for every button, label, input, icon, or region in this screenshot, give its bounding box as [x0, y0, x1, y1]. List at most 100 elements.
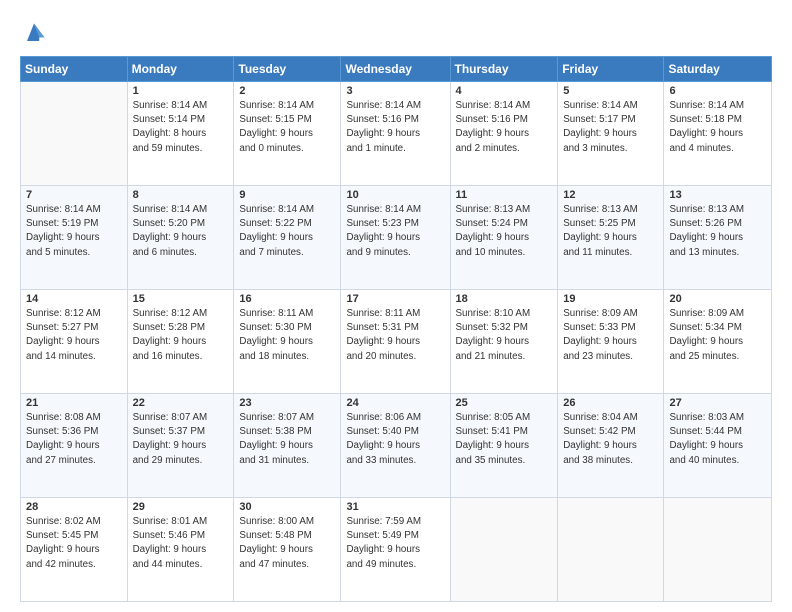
day-number: 25	[456, 397, 553, 409]
day-number: 2	[239, 85, 335, 97]
calendar-cell: 24 Sunrise: 8:06 AM Sunset: 5:40 PM Dayli…	[341, 394, 450, 498]
day-info: Sunrise: 8:13 AM Sunset: 5:26 PM Dayligh…	[669, 203, 766, 260]
day-number: 11	[456, 189, 553, 201]
day-info: Sunrise: 8:05 AM Sunset: 5:41 PM Dayligh…	[456, 411, 553, 468]
header-cell-saturday: Saturday	[664, 57, 772, 82]
day-info: Sunrise: 8:14 AM Sunset: 5:14 PM Dayligh…	[133, 99, 229, 156]
day-info: Sunrise: 8:04 AM Sunset: 5:42 PM Dayligh…	[563, 411, 658, 468]
calendar-cell: 25 Sunrise: 8:05 AM Sunset: 5:41 PM Dayli…	[450, 394, 558, 498]
calendar-cell: 8 Sunrise: 8:14 AM Sunset: 5:20 PM Daylig…	[127, 186, 234, 290]
day-number: 13	[669, 189, 766, 201]
header-cell-thursday: Thursday	[450, 57, 558, 82]
calendar-cell	[21, 82, 128, 186]
day-info: Sunrise: 8:12 AM Sunset: 5:28 PM Dayligh…	[133, 307, 229, 364]
day-number: 14	[26, 293, 122, 305]
calendar-cell: 1 Sunrise: 8:14 AM Sunset: 5:14 PM Daylig…	[127, 82, 234, 186]
day-info: Sunrise: 8:14 AM Sunset: 5:18 PM Dayligh…	[669, 99, 766, 156]
day-info: Sunrise: 8:13 AM Sunset: 5:25 PM Dayligh…	[563, 203, 658, 260]
calendar-cell: 6 Sunrise: 8:14 AM Sunset: 5:18 PM Daylig…	[664, 82, 772, 186]
day-info: Sunrise: 8:14 AM Sunset: 5:20 PM Dayligh…	[133, 203, 229, 260]
calendar-cell: 9Sunrise: 8:14 AM Sunset: 5:22 PM Daylig…	[234, 186, 341, 290]
calendar-cell: 26 Sunrise: 8:04 AM Sunset: 5:42 PM Dayli…	[558, 394, 664, 498]
calendar-cell: 18Sunrise: 8:10 AM Sunset: 5:32 PM Dayli…	[450, 290, 558, 394]
day-number: 24	[346, 397, 444, 409]
day-number: 17	[346, 293, 444, 305]
day-number: 23	[239, 397, 335, 409]
day-info: Sunrise: 8:02 AM Sunset: 5:45 PM Dayligh…	[26, 515, 122, 572]
calendar-header-row: SundayMondayTuesdayWednesdayThursdayFrid…	[21, 57, 772, 82]
calendar-cell: 27Sunrise: 8:03 AM Sunset: 5:44 PM Dayli…	[664, 394, 772, 498]
calendar-cell: 11 Sunrise: 8:13 AM Sunset: 5:24 PM Dayli…	[450, 186, 558, 290]
day-info: Sunrise: 8:07 AM Sunset: 5:37 PM Dayligh…	[133, 411, 229, 468]
day-number: 19	[563, 293, 658, 305]
calendar-cell: 5Sunrise: 8:14 AM Sunset: 5:17 PM Daylig…	[558, 82, 664, 186]
header	[20, 16, 772, 48]
calendar-cell	[450, 498, 558, 602]
day-info: Sunrise: 8:14 AM Sunset: 5:15 PM Dayligh…	[239, 99, 335, 156]
logo-icon	[20, 20, 48, 48]
calendar-cell: 2 Sunrise: 8:14 AM Sunset: 5:15 PM Daylig…	[234, 82, 341, 186]
day-info: Sunrise: 8:14 AM Sunset: 5:23 PM Dayligh…	[346, 203, 444, 260]
calendar-cell: 4Sunrise: 8:14 AM Sunset: 5:16 PM Daylig…	[450, 82, 558, 186]
calendar-cell: 17 Sunrise: 8:11 AM Sunset: 5:31 PM Dayli…	[341, 290, 450, 394]
day-number: 31	[346, 501, 444, 513]
day-info: Sunrise: 8:12 AM Sunset: 5:27 PM Dayligh…	[26, 307, 122, 364]
calendar-page: SundayMondayTuesdayWednesdayThursdayFrid…	[0, 0, 792, 612]
day-info: Sunrise: 8:09 AM Sunset: 5:34 PM Dayligh…	[669, 307, 766, 364]
calendar-week-row: 7Sunrise: 8:14 AM Sunset: 5:19 PM Daylig…	[21, 186, 772, 290]
day-number: 21	[26, 397, 122, 409]
calendar-week-row: 28 Sunrise: 8:02 AM Sunset: 5:45 PM Dayli…	[21, 498, 772, 602]
logo	[20, 20, 52, 48]
day-number: 22	[133, 397, 229, 409]
day-number: 28	[26, 501, 122, 513]
day-info: Sunrise: 8:14 AM Sunset: 5:19 PM Dayligh…	[26, 203, 122, 260]
header-cell-friday: Friday	[558, 57, 664, 82]
header-cell-tuesday: Tuesday	[234, 57, 341, 82]
day-info: Sunrise: 8:14 AM Sunset: 5:17 PM Dayligh…	[563, 99, 658, 156]
calendar-cell: 30 Sunrise: 8:00 AM Sunset: 5:48 PM Dayli…	[234, 498, 341, 602]
day-number: 6	[669, 85, 766, 97]
day-info: Sunrise: 7:59 AM Sunset: 5:49 PM Dayligh…	[346, 515, 444, 572]
day-info: Sunrise: 8:00 AM Sunset: 5:48 PM Dayligh…	[239, 515, 335, 572]
day-info: Sunrise: 8:11 AM Sunset: 5:30 PM Dayligh…	[239, 307, 335, 364]
calendar-cell: 12 Sunrise: 8:13 AM Sunset: 5:25 PM Dayli…	[558, 186, 664, 290]
header-cell-sunday: Sunday	[21, 57, 128, 82]
day-info: Sunrise: 8:08 AM Sunset: 5:36 PM Dayligh…	[26, 411, 122, 468]
day-info: Sunrise: 8:07 AM Sunset: 5:38 PM Dayligh…	[239, 411, 335, 468]
day-number: 9	[239, 189, 335, 201]
day-number: 29	[133, 501, 229, 513]
day-info: Sunrise: 8:09 AM Sunset: 5:33 PM Dayligh…	[563, 307, 658, 364]
calendar-cell	[664, 498, 772, 602]
header-cell-wednesday: Wednesday	[341, 57, 450, 82]
day-number: 15	[133, 293, 229, 305]
calendar-cell: 13 Sunrise: 8:13 AM Sunset: 5:26 PM Dayli…	[664, 186, 772, 290]
calendar-cell: 23 Sunrise: 8:07 AM Sunset: 5:38 PM Dayli…	[234, 394, 341, 498]
calendar-cell: 21 Sunrise: 8:08 AM Sunset: 5:36 PM Dayli…	[21, 394, 128, 498]
day-number: 12	[563, 189, 658, 201]
calendar-cell: 14 Sunrise: 8:12 AM Sunset: 5:27 PM Dayli…	[21, 290, 128, 394]
day-number: 20	[669, 293, 766, 305]
calendar-cell: 15 Sunrise: 8:12 AM Sunset: 5:28 PM Dayli…	[127, 290, 234, 394]
day-info: Sunrise: 8:13 AM Sunset: 5:24 PM Dayligh…	[456, 203, 553, 260]
day-number: 1	[133, 85, 229, 97]
calendar-cell: 20 Sunrise: 8:09 AM Sunset: 5:34 PM Dayli…	[664, 290, 772, 394]
day-number: 30	[239, 501, 335, 513]
calendar-week-row: 1 Sunrise: 8:14 AM Sunset: 5:14 PM Daylig…	[21, 82, 772, 186]
day-number: 16	[239, 293, 335, 305]
calendar-week-row: 21 Sunrise: 8:08 AM Sunset: 5:36 PM Dayli…	[21, 394, 772, 498]
day-info: Sunrise: 8:11 AM Sunset: 5:31 PM Dayligh…	[346, 307, 444, 364]
calendar-cell: 3 Sunrise: 8:14 AM Sunset: 5:16 PM Daylig…	[341, 82, 450, 186]
calendar-cell: 29 Sunrise: 8:01 AM Sunset: 5:46 PM Dayli…	[127, 498, 234, 602]
calendar-cell: 16 Sunrise: 8:11 AM Sunset: 5:30 PM Dayli…	[234, 290, 341, 394]
calendar-cell	[558, 498, 664, 602]
day-number: 8	[133, 189, 229, 201]
day-info: Sunrise: 8:14 AM Sunset: 5:16 PM Dayligh…	[346, 99, 444, 156]
day-info: Sunrise: 8:06 AM Sunset: 5:40 PM Dayligh…	[346, 411, 444, 468]
day-number: 26	[563, 397, 658, 409]
day-number: 3	[346, 85, 444, 97]
calendar-cell: 19 Sunrise: 8:09 AM Sunset: 5:33 PM Dayli…	[558, 290, 664, 394]
calendar-cell: 22 Sunrise: 8:07 AM Sunset: 5:37 PM Dayli…	[127, 394, 234, 498]
calendar-cell: 10Sunrise: 8:14 AM Sunset: 5:23 PM Dayli…	[341, 186, 450, 290]
calendar-week-row: 14 Sunrise: 8:12 AM Sunset: 5:27 PM Dayli…	[21, 290, 772, 394]
day-info: Sunrise: 8:01 AM Sunset: 5:46 PM Dayligh…	[133, 515, 229, 572]
